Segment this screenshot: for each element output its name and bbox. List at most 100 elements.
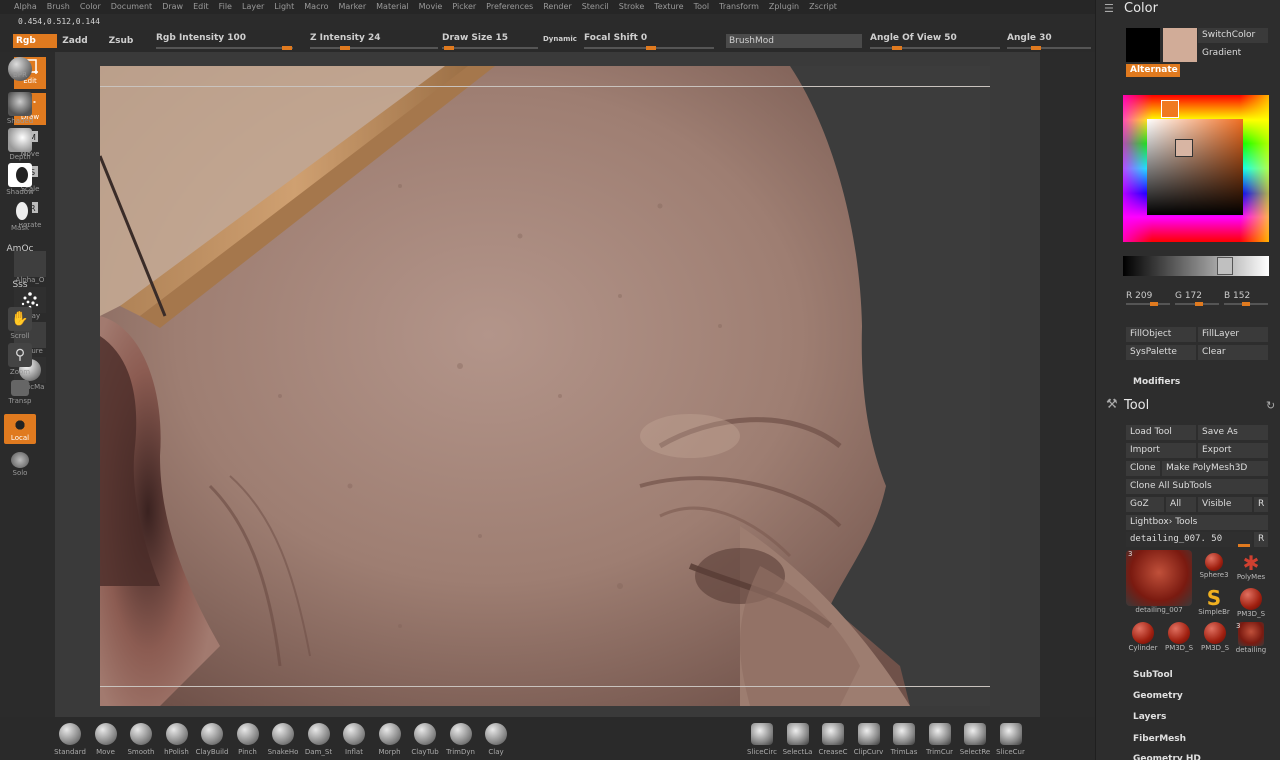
tool-thumb-cylinder[interactable]: Cylinder [1126, 622, 1160, 652]
geometry-subpalette[interactable]: Geometry [1133, 691, 1183, 701]
blue-slider[interactable]: B 152 [1224, 291, 1272, 306]
transp-button[interactable]: Transp [4, 380, 36, 405]
tool-r-button[interactable]: R [1254, 532, 1268, 547]
make-polymesh3d-button[interactable]: Make PolyMesh3D [1162, 461, 1268, 476]
clear-button[interactable]: Clear [1198, 345, 1268, 360]
brush-clay[interactable]: Clay [478, 723, 514, 756]
tool-trimcur[interactable]: TrimCur [922, 723, 958, 756]
tool-thumb-pm3d_s[interactable]: PM3D_S [1234, 588, 1268, 618]
hue-ring[interactable] [1123, 95, 1269, 242]
dynamic-toggle[interactable]: Dynamic [543, 35, 577, 43]
menu-alpha[interactable]: Alpha [14, 0, 37, 14]
tool-thumb-pm3d_s[interactable]: PM3D_S [1162, 622, 1196, 652]
tool-thumb-detailing_007[interactable]: detailing_007 3 [1126, 550, 1192, 614]
menu-zplugin[interactable]: Zplugin [769, 0, 799, 14]
menu-render[interactable]: Render [543, 0, 571, 14]
brush-dam_st[interactable]: Dam_St [301, 723, 337, 756]
brush-claybuild[interactable]: ClayBuild [194, 723, 230, 756]
menu-movie[interactable]: Movie [419, 0, 443, 14]
zoom-button[interactable]: ⚲ Zoom [4, 343, 36, 376]
syspalette-button[interactable]: SysPalette [1126, 345, 1196, 360]
tool-thumb-detailing[interactable]: detailing 3 [1234, 622, 1268, 654]
menu-marker[interactable]: Marker [338, 0, 366, 14]
gradient-button[interactable]: Gradient [1198, 46, 1268, 61]
secondary-color-swatch[interactable] [1126, 28, 1160, 62]
panel-menu-icon[interactable]: ☰ [1104, 2, 1114, 15]
brush-morph[interactable]: Morph [372, 723, 408, 756]
fillobject-button[interactable]: FillObject [1126, 327, 1196, 342]
menu-texture[interactable]: Texture [654, 0, 683, 14]
saturation-value-square[interactable] [1147, 119, 1243, 215]
menu-zscript[interactable]: Zscript [809, 0, 837, 14]
brush-move[interactable]: Move [88, 723, 124, 756]
layers-subpalette[interactable]: Layers [1133, 712, 1166, 722]
menu-file[interactable]: File [219, 0, 232, 14]
angle-slider[interactable]: Angle 30 [1007, 33, 1091, 50]
switchcolor-button[interactable]: SwitchColor [1198, 28, 1268, 43]
save-as-button[interactable]: Save As [1198, 425, 1268, 440]
brush-claytub[interactable]: ClayTub [407, 723, 443, 756]
clone-button[interactable]: Clone [1126, 461, 1160, 476]
goz-all-button[interactable]: All [1166, 497, 1196, 512]
tool-trimlas[interactable]: TrimLas [886, 723, 922, 756]
load-tool-button[interactable]: Load Tool [1126, 425, 1196, 440]
tool-thumb-pm3d_s[interactable]: PM3D_S [1198, 622, 1232, 652]
color-picker-handle[interactable] [1175, 139, 1193, 157]
amoc-button[interactable]: AmOc [4, 243, 36, 254]
brush-smooth[interactable]: Smooth [123, 723, 159, 756]
menu-light[interactable]: Light [274, 0, 294, 14]
menu-material[interactable]: Material [376, 0, 409, 14]
tool-clipcurv[interactable]: ClipCurv [851, 723, 887, 756]
tool-palette-title[interactable]: Tool [1124, 398, 1149, 413]
menu-color[interactable]: Color [80, 0, 101, 14]
brush-inflat[interactable]: Inflat [336, 723, 372, 756]
goz-r-button[interactable]: R [1254, 497, 1268, 512]
subtool-subpalette[interactable]: SubTool [1133, 670, 1173, 680]
color-palette-title[interactable]: Color [1124, 1, 1158, 16]
export-button[interactable]: Export [1198, 443, 1268, 458]
fibermesh-subpalette[interactable]: FiberMesh [1133, 734, 1186, 744]
mask-button[interactable]: Mask [4, 199, 36, 232]
shadow-button[interactable]: Shadow [4, 163, 36, 196]
main-color-swatch[interactable] [1163, 28, 1197, 62]
menu-edit[interactable]: Edit [193, 0, 209, 14]
tool-thumb-sphere3[interactable]: Sphere3 [1198, 553, 1230, 579]
menu-document[interactable]: Document [111, 0, 152, 14]
brush-pinch[interactable]: Pinch [230, 723, 266, 756]
goz-button[interactable]: GoZ [1126, 497, 1164, 512]
filllayer-button[interactable]: FillLayer [1198, 327, 1268, 342]
depth-button[interactable]: Depth [4, 128, 36, 161]
tool-thumb-polymes[interactable]: ✱ PolyMes [1234, 553, 1268, 581]
focal-shift-slider[interactable]: Focal Shift 0 [584, 33, 714, 50]
menu-picker[interactable]: Picker [452, 0, 476, 14]
menu-draw[interactable]: Draw [162, 0, 183, 14]
menu-stroke[interactable]: Stroke [619, 0, 645, 14]
alpha-swatch[interactable] [14, 251, 46, 277]
z-intensity-slider[interactable]: Z Intensity 24 [310, 33, 438, 50]
document-canvas[interactable] [100, 66, 990, 706]
menu-brush[interactable]: Brush [47, 0, 70, 14]
sss-button[interactable]: Sss [4, 279, 36, 290]
import-button[interactable]: Import [1126, 443, 1196, 458]
draw-size-slider[interactable]: Draw Size 15 [442, 33, 538, 50]
modifiers-subpalette[interactable]: Modifiers [1133, 377, 1180, 387]
rgb-toggle[interactable]: Rgb [13, 34, 57, 48]
tool-thumb-simplebr[interactable]: S SimpleBr [1198, 588, 1230, 616]
tool-selectla[interactable]: SelectLa [780, 723, 816, 756]
tool-slicecur[interactable]: SliceCur [993, 723, 1029, 756]
zadd-toggle[interactable]: Zadd [62, 34, 88, 48]
bpr-button[interactable]: BPR [4, 57, 36, 81]
brush-snakeho[interactable]: SnakeHo [265, 723, 301, 756]
zsub-toggle[interactable]: Zsub [108, 34, 134, 48]
current-tool-slider[interactable]: detailing_007. 50 [1126, 532, 1252, 547]
geometry-hd-subpalette[interactable]: Geometry HD [1133, 754, 1201, 760]
tool-selectre[interactable]: SelectRe [957, 723, 993, 756]
brush-standard[interactable]: Standard [52, 723, 88, 756]
rgb-intensity-slider[interactable]: Rgb Intensity 100 [156, 33, 293, 50]
menu-preferences[interactable]: Preferences [486, 0, 533, 14]
brush-hpolish[interactable]: hPolish [159, 723, 195, 756]
menu-tool[interactable]: Tool [694, 0, 710, 14]
local-button[interactable]: Local [4, 414, 36, 444]
clone-all-subtools-button[interactable]: Clone All SubTools [1126, 479, 1268, 494]
red-slider[interactable]: R 209 [1126, 291, 1174, 306]
